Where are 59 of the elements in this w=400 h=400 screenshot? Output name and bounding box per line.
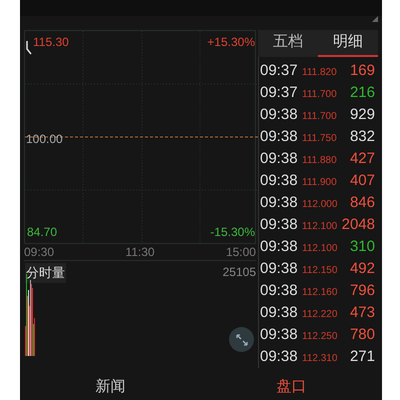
time-label: 11:30 [125, 244, 155, 260]
trade-time: 09:38 [260, 237, 299, 257]
trade-time: 09:37 [260, 61, 299, 81]
trade-volume: 832 [348, 127, 375, 147]
trade-volume: 271 [348, 347, 375, 367]
price-line [26, 41, 32, 55]
trade-volume: 492 [348, 259, 375, 279]
trade-price: 112.160 [302, 286, 338, 300]
trade-volume: 2048 [342, 215, 375, 235]
trade-volume: 846 [348, 193, 375, 213]
trade-price: 111.880 [302, 154, 338, 168]
bottom-tab[interactable]: 盘口 [201, 374, 382, 400]
trade-time: 09:38 [260, 259, 299, 279]
trade-price: 112.220 [302, 308, 338, 322]
price-low: 84.70 [27, 224, 58, 241]
pct-high: +15.30% [207, 34, 255, 51]
trade-time: 09:38 [260, 193, 299, 213]
trade-price: 112.150 [302, 264, 338, 278]
trade-time: 09:38 [260, 105, 299, 125]
tab[interactable]: 明细 [318, 30, 378, 57]
trade-volume: 216 [348, 83, 375, 103]
trade-price: 111.820 [302, 66, 338, 80]
trade-volume: 427 [348, 149, 375, 169]
trade-time: 09:38 [260, 325, 299, 345]
tab[interactable]: 五档 [258, 30, 318, 57]
trade-time: 09:38 [260, 347, 299, 367]
trade-time: 09:38 [260, 171, 299, 191]
trade-time: 09:37 [260, 83, 299, 103]
trade-price: 111.700 [302, 110, 338, 124]
trade-price: 111.750 [302, 132, 338, 146]
trade-volume: 169 [348, 61, 375, 81]
trade-time: 09:38 [260, 149, 299, 169]
trade-price: 111.900 [302, 176, 338, 190]
trade-price: 112.250 [302, 330, 338, 344]
volume-label: 分时量 [25, 263, 66, 282]
trade-time: 09:38 [260, 127, 299, 147]
trade-price: 112.100 [302, 220, 338, 234]
trade-price: 112.310 [302, 352, 338, 366]
trade-price: 112.100 [302, 242, 338, 256]
trade-volume: 407 [348, 171, 375, 191]
trade-time: 09:38 [260, 215, 299, 235]
time-label: 09:30 [24, 244, 54, 260]
pct-low: -15.30% [210, 224, 255, 241]
expand-button[interactable] [229, 327, 254, 352]
trade-price: 111.700 [302, 88, 338, 102]
price-high: 115.30 [33, 34, 69, 51]
bottom-tab[interactable]: 新闻 [20, 374, 201, 400]
expand-icon [236, 334, 248, 346]
trade-volume: 310 [348, 237, 375, 257]
trade-volume: 473 [348, 303, 375, 323]
trade-volume: 780 [348, 325, 375, 345]
trade-volume: 929 [348, 105, 375, 125]
volume-max: 25105 [222, 264, 256, 281]
corner-icon[interactable] [372, 16, 378, 22]
trade-time: 09:38 [260, 281, 299, 301]
trade-price: 112.000 [302, 198, 338, 212]
trade-time: 09:38 [260, 303, 299, 323]
time-label: 15:00 [226, 244, 256, 260]
trade-volume: 796 [348, 281, 375, 301]
